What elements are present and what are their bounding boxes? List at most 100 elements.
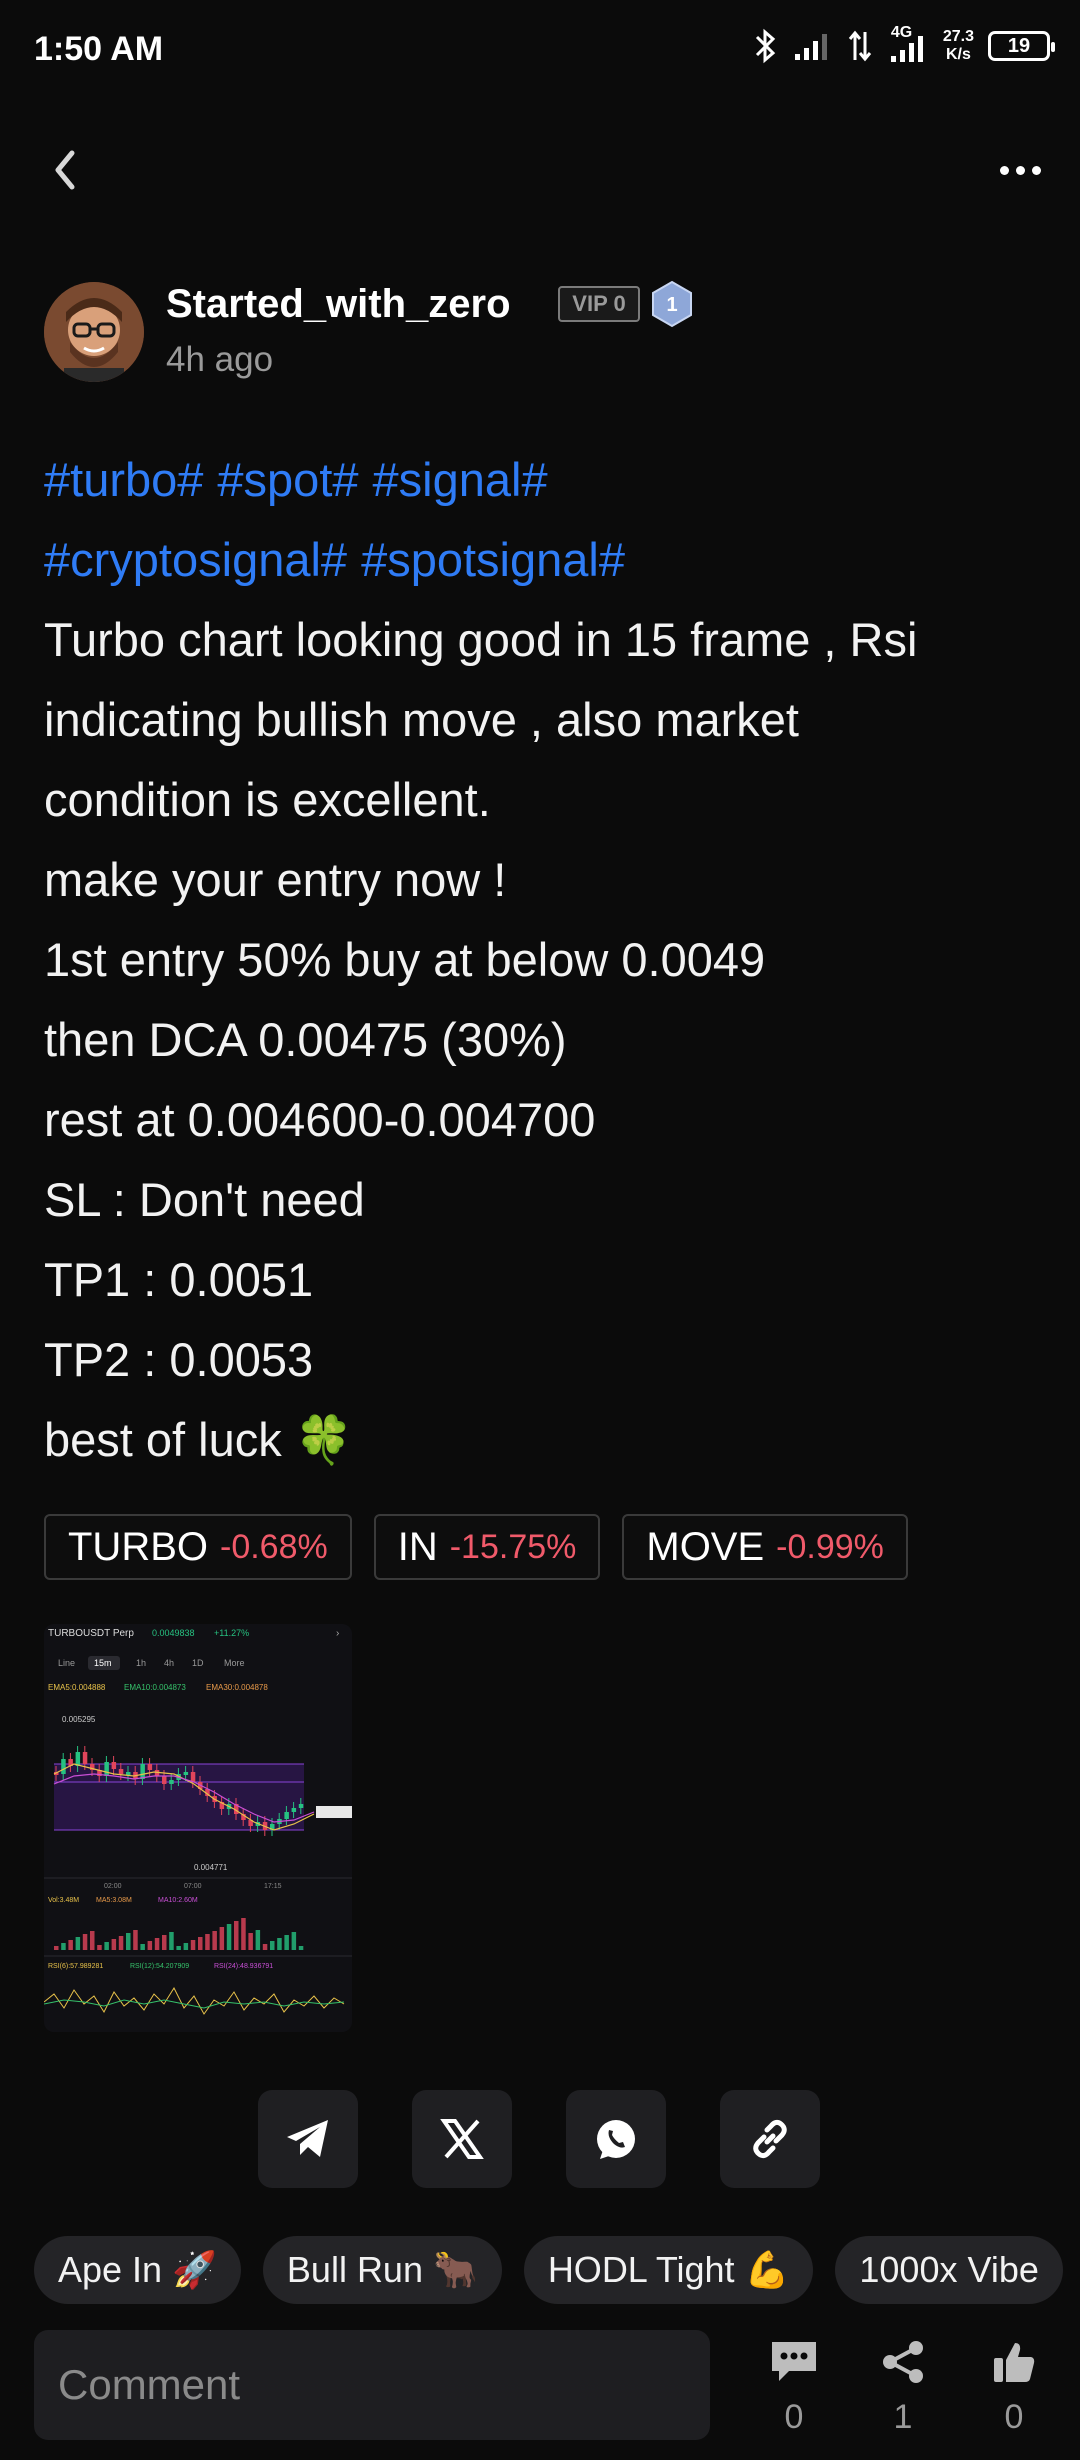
share-icon bbox=[883, 2341, 923, 2383]
shares-count: 1 bbox=[893, 2398, 913, 2436]
volume-bar bbox=[140, 1944, 145, 1950]
reaction-chip[interactable]: 1000x Vibe bbox=[835, 2236, 1063, 2304]
post-text-line: SL : Don't need bbox=[44, 1173, 365, 1226]
chart-image[interactable]: TURBOUSDT Perp 0.0049838 +11.27% › Line … bbox=[44, 1624, 352, 2032]
post-time: 4h ago bbox=[166, 340, 274, 379]
ticker-name: TURBO bbox=[68, 1524, 208, 1569]
volume-bar bbox=[82, 1934, 88, 1950]
signal-icon bbox=[794, 34, 827, 60]
hexagon-badge-icon: 1 bbox=[652, 280, 692, 328]
speed-unit: K/s bbox=[945, 46, 971, 63]
hashtag-line: #cryptosignal# #spotsignal# bbox=[44, 520, 1044, 600]
shares-stat[interactable]: 1 bbox=[863, 2336, 943, 2446]
time-label: 17:15 bbox=[264, 1883, 282, 1890]
ema-label: EMA30:0.004878 bbox=[206, 1683, 268, 1692]
candle bbox=[126, 1772, 131, 1775]
rsi-label: RSI(12):54.207909 bbox=[130, 1963, 189, 1970]
chart-low-label: 0.004771 bbox=[194, 1863, 228, 1872]
status-time: 1:50 AM bbox=[34, 30, 164, 68]
post-text-line: then DCA 0.00475 (30%) bbox=[44, 1013, 567, 1066]
volume-bar bbox=[270, 1941, 275, 1950]
volume-bar bbox=[183, 1943, 189, 1950]
bluetooth-icon bbox=[755, 28, 776, 64]
status-icons: 4G 27.3 K/s 19 bbox=[753, 24, 1055, 64]
volume-bar bbox=[291, 1932, 297, 1950]
post-body: #turbo# #spot# #signal# #cryptosignal# #spo… bbox=[44, 440, 1044, 1480]
volume-bar bbox=[198, 1937, 203, 1950]
share-whatsapp-button[interactable] bbox=[566, 2090, 666, 2188]
chart-tab: 1D bbox=[192, 1658, 204, 1668]
x-icon bbox=[440, 2119, 484, 2159]
hashtag[interactable]: #turbo# bbox=[44, 453, 203, 506]
volume-bar bbox=[104, 1942, 109, 1950]
rsi-label: RSI(6):57.989281 bbox=[48, 1963, 103, 1970]
comment-input[interactable] bbox=[34, 2330, 710, 2440]
ticker-chips: TURBO -0.68% IN -15.75% MOVE -0.99% bbox=[44, 1514, 908, 1580]
chart-high-label: 0.005295 bbox=[62, 1715, 96, 1724]
volume-bar bbox=[190, 1940, 196, 1950]
volume-label: Vol:3.48M bbox=[48, 1897, 79, 1904]
share-telegram-button[interactable] bbox=[258, 2090, 358, 2188]
link-icon bbox=[753, 2119, 787, 2159]
hashtag[interactable]: #spot# bbox=[217, 453, 358, 506]
volume-bar bbox=[118, 1936, 124, 1950]
ema-legend: EMA5:0.004888 EMA10:0.004873 EMA30:0.004… bbox=[48, 1683, 268, 1692]
ticker-change: -15.75% bbox=[449, 1527, 577, 1566]
volume-bar bbox=[169, 1932, 174, 1950]
chart-change: +11.27% bbox=[214, 1628, 249, 1638]
reaction-chip[interactable]: Bull Run 🐂 bbox=[262, 2236, 502, 2304]
avatar[interactable] bbox=[44, 282, 144, 382]
volume-bar bbox=[262, 1944, 268, 1950]
volume-bar bbox=[68, 1940, 73, 1950]
candle bbox=[169, 1780, 174, 1784]
volume-bar bbox=[219, 1927, 225, 1950]
volume-bar bbox=[61, 1943, 66, 1950]
more-dots-icon bbox=[999, 165, 1009, 175]
volume-bar bbox=[133, 1930, 138, 1950]
volume-bar bbox=[75, 1937, 81, 1950]
level-badge: 1 bbox=[650, 280, 694, 328]
volume-label: MA10:2.60M bbox=[158, 1897, 198, 1904]
comments-stat[interactable]: 0 bbox=[754, 2336, 834, 2446]
volume-label: MA5:3.08M bbox=[96, 1897, 132, 1904]
author-name[interactable]: Started_with_zero bbox=[166, 282, 511, 327]
hashtag[interactable]: #spotsignal# bbox=[361, 533, 625, 586]
post-text-line: indicating bullish move , also market bbox=[44, 693, 799, 746]
hashtag[interactable]: #signal# bbox=[373, 453, 548, 506]
hashtag-line: #turbo# #spot# #signal# bbox=[44, 440, 1044, 520]
comment-icon bbox=[772, 2342, 816, 2381]
reaction-chip[interactable]: HODL Tight 💪 bbox=[523, 2236, 814, 2304]
candle bbox=[284, 1812, 289, 1819]
share-x-button[interactable] bbox=[412, 2090, 512, 2188]
candle bbox=[291, 1808, 297, 1812]
ticker-chip-move[interactable]: MOVE -0.99% bbox=[622, 1514, 908, 1580]
chart-tab: Line bbox=[58, 1658, 75, 1668]
ema-label: EMA5:0.004888 bbox=[48, 1683, 106, 1692]
volume-bar bbox=[111, 1939, 117, 1950]
ticker-name: MOVE bbox=[646, 1524, 765, 1569]
back-button[interactable] bbox=[40, 140, 90, 200]
more-options-button[interactable] bbox=[990, 150, 1050, 190]
telegram-icon bbox=[287, 2120, 328, 2157]
volume-bar bbox=[248, 1933, 253, 1950]
chevron-left-icon bbox=[55, 150, 75, 190]
volume-bar bbox=[126, 1933, 131, 1950]
candle bbox=[298, 1804, 304, 1808]
candle bbox=[140, 1764, 145, 1779]
likes-stat[interactable]: 0 bbox=[974, 2336, 1054, 2446]
ticker-chip-in[interactable]: IN -15.75% bbox=[373, 1514, 601, 1580]
time-label: 07:00 bbox=[184, 1883, 202, 1890]
copy-link-button[interactable] bbox=[720, 2090, 820, 2188]
post-text-line: condition is excellent. bbox=[44, 773, 491, 826]
level-number: 1 bbox=[666, 294, 677, 316]
candle bbox=[162, 1776, 167, 1784]
volume-bar bbox=[97, 1945, 102, 1950]
reaction-chip[interactable]: Ape In 🚀 bbox=[34, 2236, 241, 2304]
volume-bar bbox=[147, 1941, 153, 1950]
whatsapp-icon bbox=[597, 2120, 635, 2159]
chart-screenshot: TURBOUSDT Perp 0.0049838 +11.27% › Line … bbox=[44, 1624, 352, 2032]
volume-bar bbox=[162, 1935, 167, 1950]
ticker-chip-turbo[interactable]: TURBO -0.68% bbox=[44, 1514, 352, 1580]
hashtag[interactable]: #cryptosignal# bbox=[44, 533, 347, 586]
more-dot bbox=[1031, 165, 1041, 175]
